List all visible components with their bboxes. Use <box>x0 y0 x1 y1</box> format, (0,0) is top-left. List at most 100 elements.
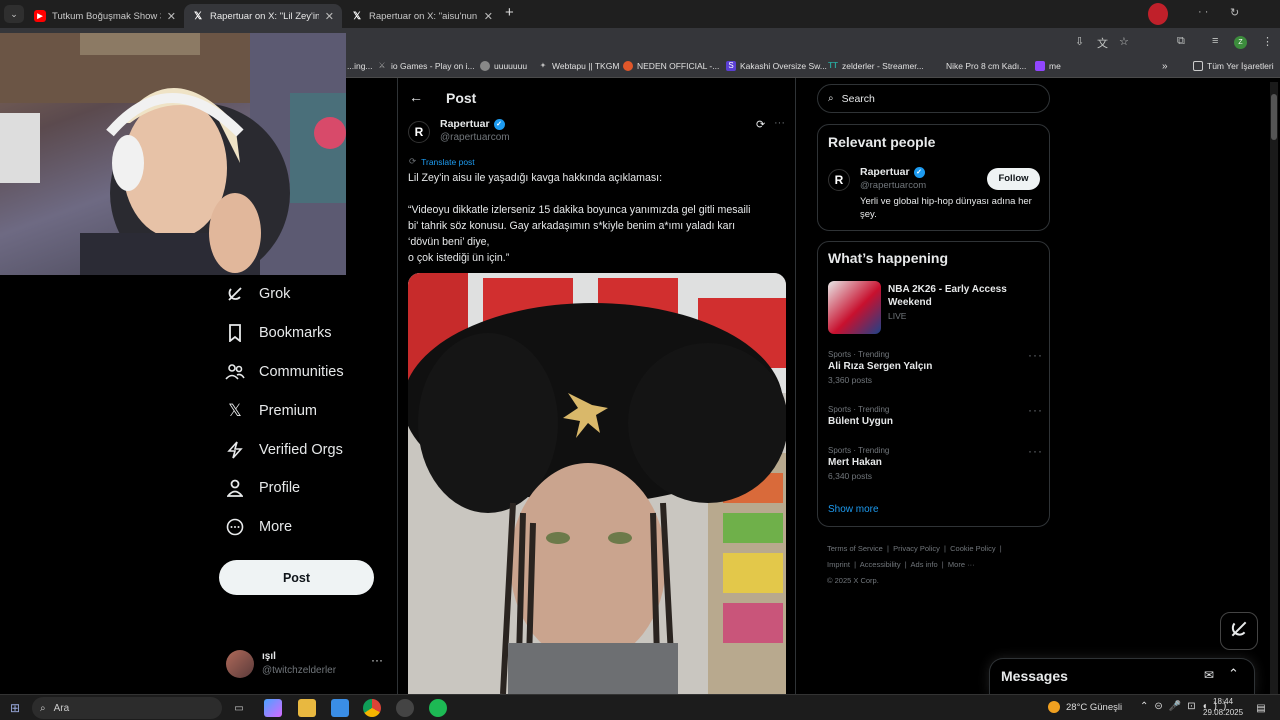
bookmark-item[interactable]: TT zelderler - Streamer... <box>828 61 924 71</box>
back-arrow-icon[interactable]: ← <box>409 89 423 105</box>
bookmark-item[interactable]: ⚔ io Games - Play on i... <box>377 61 474 71</box>
post-button[interactable]: Post <box>219 560 374 595</box>
bookmark-item[interactable]: Nike Pro 8 cm Kadı... <box>946 61 1026 71</box>
store-icon[interactable] <box>331 699 349 717</box>
close-icon[interactable]: ✕ <box>484 10 493 23</box>
bookmark-item[interactable]: NEDEN OFFICIAL -... <box>623 61 719 71</box>
more-dots-icon[interactable]: ··· <box>774 117 785 129</box>
sidebar-item-premium[interactable]: 𝕏 Premium <box>225 396 317 426</box>
browser-tab-active[interactable]: 𝕏 Rapertuar on X: "Lil Zey'in aisu ✕ <box>184 4 342 28</box>
trend-item[interactable]: Sports · Trending Ali Rıza Sergen Yalçın… <box>828 348 1043 386</box>
sidebar-item-verified-orgs[interactable]: Verified Orgs <box>225 435 343 465</box>
grok-floating-button[interactable] <box>1220 612 1258 650</box>
extensions-icon[interactable]: ⧉ <box>1177 35 1185 48</box>
sun-icon <box>1048 701 1060 713</box>
close-icon[interactable]: ✕ <box>325 10 334 23</box>
trend-item[interactable]: Sports · Trending Bülent Uygun ··· <box>828 403 1043 429</box>
post-text: Lil Zey'in aisu ile yaşadığı kavga hakkı… <box>408 170 793 266</box>
new-message-icon[interactable]: ✉ <box>1204 668 1214 682</box>
x-icon: 𝕏 <box>193 10 203 22</box>
grok-icon[interactable]: ⟳ <box>756 118 765 131</box>
clock[interactable]: 18:44 29.08.2025 <box>1203 696 1243 718</box>
privacy-link[interactable]: Privacy Policy <box>893 544 940 553</box>
terms-link[interactable]: Terms of Service <box>827 544 883 553</box>
media-icon[interactable]: ≡ <box>1212 35 1218 47</box>
person-handle: @rapertuarcom <box>860 180 927 191</box>
file-explorer-icon[interactable] <box>298 699 316 717</box>
follow-button[interactable]: Follow <box>987 168 1040 190</box>
avatar <box>226 650 254 678</box>
restore-icon[interactable]: ↻ <box>1230 6 1239 19</box>
x-premium-icon: 𝕏 <box>228 401 242 420</box>
bookmark-item[interactable]: ✦ Webtapu || TKGM <box>538 61 620 71</box>
scrollbar[interactable] <box>1270 82 1278 694</box>
post-line: “Videoyu dikkatle izlerseniz 15 dakika b… <box>408 204 751 216</box>
bookmark-item[interactable]: S Kakashi Oversize Sw... <box>726 61 827 71</box>
x-icon: 𝕏 <box>352 10 362 22</box>
bookmarks-overflow-icon[interactable]: » <box>1162 61 1168 72</box>
spotify-icon[interactable] <box>429 699 447 717</box>
account-switcher[interactable]: ışıl @twitchzelderler ··· <box>226 648 386 680</box>
chrome-icon[interactable] <box>363 699 381 717</box>
imprint-link[interactable]: Imprint <box>827 560 850 569</box>
menu-icon[interactable]: ⋮ <box>1262 35 1273 48</box>
verified-badge-icon: ✓ <box>913 166 925 178</box>
featured-trend[interactable]: NBA 2K26 - Early Access Weekend LIVE <box>828 281 1043 337</box>
app-icon[interactable] <box>396 699 414 717</box>
avatar[interactable]: R <box>408 121 430 143</box>
close-icon[interactable]: ✕ <box>167 10 176 23</box>
more-dots-icon[interactable]: ··· <box>1028 348 1043 362</box>
browser-tab-youtube[interactable]: ▶ Tutkum Boğuşmak Show 36. Bö ✕ <box>26 4 184 28</box>
post-line: Lil Zey'in aisu ile yaşadığı kavga hakkı… <box>408 172 663 184</box>
tab-search-button[interactable]: ⌄ <box>4 5 24 23</box>
translate-post-link[interactable]: ⟳ Translate post <box>409 156 475 167</box>
notification-icon[interactable]: ▤ <box>1252 699 1270 717</box>
post-line: o çok istediği ün için.” <box>408 252 510 264</box>
accessibility-link[interactable]: Accessibility <box>860 560 901 569</box>
footer-links: Terms of Service | Privacy Policy | Cook… <box>827 541 1052 589</box>
messages-drawer[interactable]: Messages ✉ ⌃ <box>989 658 1255 694</box>
minimize-icon[interactable]: · · <box>1198 6 1208 18</box>
person-name[interactable]: Rapertuar ✓ <box>860 166 925 178</box>
more-dots-icon[interactable]: ··· <box>1028 403 1043 417</box>
taskbar-search[interactable]: ⌕ Ara <box>32 697 222 719</box>
all-bookmarks-folder[interactable]: Tüm Yer İşaretleri <box>1193 61 1274 71</box>
install-icon[interactable]: ⇩ <box>1075 35 1084 48</box>
bookmark-item[interactable]: ...ing... <box>347 61 373 71</box>
star-icon[interactable]: ☆ <box>1119 35 1129 48</box>
sidebar-item-more[interactable]: More <box>225 512 292 542</box>
post-media-image[interactable] <box>408 273 786 694</box>
avatar[interactable]: Z <box>1234 36 1247 49</box>
sidebar-item-communities[interactable]: Communities <box>225 357 344 387</box>
twitch-icon <box>1035 61 1045 71</box>
featured-live-label: LIVE <box>888 311 907 321</box>
more-dots-icon[interactable]: ··· <box>1028 444 1043 458</box>
weather-widget[interactable]: 28°C Güneşli <box>1048 701 1122 713</box>
sidebar-item-grok[interactable]: Grok <box>225 279 290 309</box>
task-view-icon[interactable]: ▭ <box>230 699 248 717</box>
trend-item[interactable]: Sports · Trending Mert Hakan 6,340 posts… <box>828 444 1043 482</box>
bookmark-item[interactable]: uuuuuuu <box>480 61 527 71</box>
new-tab-button[interactable]: + <box>505 4 514 21</box>
browser-tab-third[interactable]: 𝕏 Rapertuar on X: "aisu'nun Lil Ze ✕ <box>343 4 501 28</box>
sidebar-item-bookmarks[interactable]: Bookmarks <box>225 318 332 348</box>
author-name[interactable]: Rapertuar ✓ <box>440 118 505 130</box>
copilot-icon[interactable] <box>264 699 282 717</box>
search-box[interactable]: ⌕ Search <box>817 84 1050 113</box>
ads-info-link[interactable]: Ads info <box>911 560 938 569</box>
chevron-up-icon[interactable]: ⌃ <box>1228 666 1239 682</box>
search-icon: ⌕ <box>40 702 46 714</box>
translate-icon: ⟳ <box>409 156 417 166</box>
show-more-link[interactable]: Show more <box>828 504 879 515</box>
scrollbar-thumb[interactable] <box>1271 94 1277 140</box>
grok-icon <box>1229 619 1249 644</box>
translate-icon[interactable]: 文 <box>1097 35 1108 51</box>
more-link[interactable]: More ··· <box>948 560 975 569</box>
more-dots-icon[interactable]: ··· <box>371 653 383 667</box>
sidebar-item-profile[interactable]: Profile <box>225 473 300 503</box>
windows-start-icon[interactable]: ⊞ <box>6 699 24 717</box>
avatar[interactable]: R <box>828 169 850 191</box>
cookie-link[interactable]: Cookie Policy <box>950 544 995 553</box>
verified-badge-icon: ✓ <box>493 118 505 130</box>
bookmark-item[interactable]: me <box>1035 61 1061 71</box>
